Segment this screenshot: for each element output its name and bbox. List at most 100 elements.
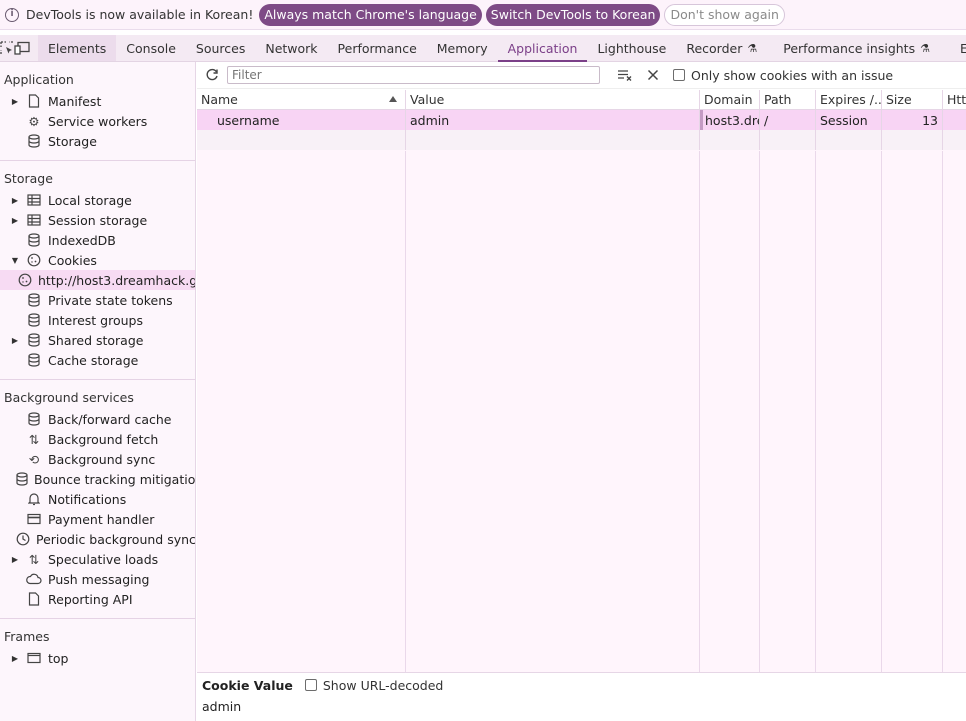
up-down-arrows-icon: ⇅ [28,431,40,447]
tab-recorder-label: Recorder [686,40,743,56]
sidebar-header-background-services: Background services [4,390,134,405]
cookie-value-text[interactable]: admin [197,697,966,717]
sidebar-item-storage-overview[interactable]: Storage [10,131,195,151]
table-row-empty [197,130,966,150]
sidebar-item-reporting-api[interactable]: Reporting API [10,589,195,609]
cell-expires[interactable]: Session [816,110,882,130]
sidebar-item-cache-storage[interactable]: Cache storage [10,350,195,370]
cookie-icon [26,252,42,268]
tab-elements[interactable]: Elements [38,35,117,61]
application-sidebar: Application ▶ Manifest ⚙ Service workers… [0,62,196,721]
database-icon [26,292,42,308]
sidebar-item-label: Periodic background sync [36,531,196,547]
frame-icon [26,650,42,666]
sidebar-item-label: Background fetch [48,431,159,447]
tab-performance-insights[interactable]: Performance insights ⚗ [773,35,940,61]
cookies-table: Name Value Domain Path Expires /... Size… [197,90,966,672]
flask-icon: ⚗ [920,41,930,55]
sidebar-item-cookie-origin[interactable]: http://host3.dreamhack.games [0,270,195,290]
sidebar-item-interest-groups[interactable]: Interest groups [10,310,195,330]
document-icon [26,93,42,109]
column-header-domain[interactable]: Domain [700,90,760,109]
column-header-value[interactable]: Value [406,90,700,109]
column-header-name[interactable]: Name [197,90,406,109]
tab-editor[interactable]: Editi [950,35,966,61]
always-match-language-button[interactable]: Always match Chrome's language [259,3,482,26]
sidebar-item-session-storage[interactable]: ▶ Session storage [10,210,195,230]
tab-performance[interactable]: Performance [328,35,427,61]
sidebar-item-background-fetch[interactable]: ⇅ Background fetch [10,429,195,449]
cell-value[interactable]: admin [406,110,700,130]
tab-memory[interactable]: Memory [427,35,498,61]
expand-arrow-icon[interactable]: ▶ [10,555,20,564]
only-issues-checkbox[interactable] [673,69,685,81]
column-header-path[interactable]: Path [760,90,816,109]
sidebar-item-notifications[interactable]: Notifications [10,489,195,509]
sidebar-item-label: Bounce tracking mitigations [34,471,196,487]
sidebar-item-payment-handler[interactable]: Payment handler [10,509,195,529]
cookies-pane: Only show cookies with an issue Name Val… [197,62,966,721]
tab-network[interactable]: Network [255,35,327,61]
clear-filtered-cookies-icon[interactable] [614,64,636,86]
refresh-icon[interactable] [201,64,223,86]
table-header: Name Value Domain Path Expires /... Size… [197,90,966,110]
sidebar-item-speculative-loads[interactable]: ▶ ⇅ Speculative loads [10,549,195,569]
sidebar-item-private-state-tokens[interactable]: Private state tokens [10,290,195,310]
expand-arrow-icon[interactable]: ▶ [10,97,20,106]
column-header-httponly[interactable]: Http [943,90,966,109]
tab-recorder[interactable]: Recorder ⚗ [676,35,767,61]
sidebar-item-label: IndexedDB [48,232,116,248]
sidebar-item-push-messaging[interactable]: Push messaging [10,569,195,589]
sidebar-item-service-workers[interactable]: ⚙ Service workers [10,111,195,131]
sidebar-item-background-sync[interactable]: ⟲ Background sync [10,449,195,469]
sidebar-item-shared-storage[interactable]: ▶ Shared storage [10,330,195,350]
cookie-value-title: Cookie Value [202,677,293,693]
language-infobar: i DevTools is now available in Korean! A… [0,0,966,30]
dont-show-again-button[interactable]: Don't show again [664,3,785,26]
table-row[interactable]: username admin host3.dreamhack.games / S… [197,110,966,130]
column-dividers [197,151,966,672]
expand-arrow-icon[interactable]: ▶ [10,216,20,225]
sidebar-item-label: Shared storage [48,332,144,348]
inspect-element-icon[interactable] [0,35,14,61]
column-header-expires[interactable]: Expires /... [816,90,882,109]
cell-domain[interactable]: host3.dreamhack.games [700,110,760,130]
sidebar-item-label: Back/forward cache [48,411,172,427]
sidebar-item-bounce-tracking[interactable]: Bounce tracking mitigations [10,469,195,489]
tab-sources[interactable]: Sources [186,35,255,61]
cookies-toolbar: Only show cookies with an issue [197,62,966,89]
sidebar-item-label: Interest groups [48,312,143,328]
sidebar-item-back-forward-cache[interactable]: Back/forward cache [10,409,195,429]
sidebar-item-label: Service workers [48,113,148,129]
sidebar-item-periodic-sync[interactable]: Periodic background sync [10,529,195,549]
cookie-value-panel: Cookie Value Show URL-decoded admin [197,672,966,721]
cell-name[interactable]: username [197,110,406,130]
collapse-arrow-icon[interactable]: ▼ [10,256,20,265]
tab-lighthouse[interactable]: Lighthouse [587,35,676,61]
url-decoded-checkbox[interactable] [304,679,317,691]
filter-input[interactable] [227,66,600,84]
sync-icon: ⟲ [28,451,40,467]
tab-console[interactable]: Console [116,35,186,61]
sidebar-item-label: Local storage [48,192,132,208]
expand-arrow-icon[interactable]: ▶ [10,336,20,345]
sidebar-item-label: top [48,650,69,666]
cell-path[interactable]: / [760,110,816,130]
sidebar-item-indexeddb[interactable]: IndexedDB [10,230,195,250]
tab-application[interactable]: Application [497,35,588,62]
sidebar-item-label: Private state tokens [48,292,173,308]
sidebar-header-application: Application [4,72,74,87]
devtools-tabbar: Elements Console Sources Network Perform… [0,35,966,62]
sidebar-item-manifest[interactable]: ▶ Manifest [10,91,195,111]
column-header-size[interactable]: Size [882,90,943,109]
sidebar-item-cookies[interactable]: ▼ Cookies [10,250,195,270]
delete-selected-cookie-icon[interactable] [642,64,664,86]
sidebar-item-frame-top[interactable]: ▶ top [10,648,195,668]
expand-arrow-icon[interactable]: ▶ [10,654,20,663]
expand-arrow-icon[interactable]: ▶ [10,196,20,205]
cell-httponly[interactable] [943,110,966,130]
cell-size[interactable]: 13 [882,110,943,130]
sidebar-item-local-storage[interactable]: ▶ Local storage [10,190,195,210]
switch-to-korean-button[interactable]: Switch DevTools to Korean [485,3,661,26]
device-toolbar-icon[interactable] [14,35,30,61]
